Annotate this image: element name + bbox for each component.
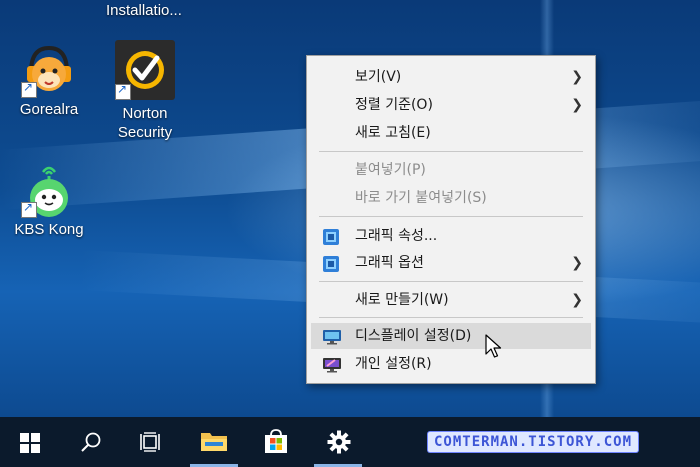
- menu-item-paste: 붙여넣기(P): [311, 157, 591, 183]
- norton-icon: [115, 40, 175, 100]
- desktop-icon-label: Norton Security: [117, 105, 173, 141]
- menu-item-graphics-options[interactable]: 그래픽 옵션 ❯: [311, 250, 591, 276]
- personalize-icon: [323, 356, 341, 373]
- shortcut-arrow-icon: [21, 200, 37, 218]
- settings-button[interactable]: [314, 417, 362, 467]
- watermark-label: COMTERMAN.TISTORY.COM: [428, 432, 639, 452]
- menu-item-refresh[interactable]: 새로 고침(E): [311, 120, 591, 146]
- kbs-kong-icon: [21, 162, 77, 218]
- menu-item-label: 디스플레이 설정(D): [355, 328, 472, 344]
- menu-item-sort-by[interactable]: 정렬 기준(O) ❯: [311, 92, 591, 118]
- search-icon: [81, 432, 101, 452]
- chevron-right-icon: ❯: [571, 292, 583, 308]
- start-icon: [20, 433, 40, 453]
- desktop-icon-label: KBS Kong: [14, 221, 84, 238]
- menu-item-label: 그래픽 옵션: [355, 255, 424, 271]
- menu-item-new[interactable]: 새로 만들기(W) ❯: [311, 287, 591, 313]
- desktop-context-menu: 보기(V) ❯ 정렬 기준(O) ❯ 새로 고침(E) 붙여넣기(P) 바로 가…: [306, 55, 596, 384]
- intel-graphics-icon: [323, 228, 339, 245]
- desktop-icon-gorealra[interactable]: Gorealra: [4, 42, 94, 119]
- menu-item-display-settings[interactable]: 디스플레이 설정(D): [311, 323, 591, 349]
- menu-item-label: 개인 설정(R): [355, 356, 432, 372]
- menu-separator: [319, 216, 583, 217]
- store-button[interactable]: [252, 417, 300, 467]
- shortcut-arrow-icon: [115, 82, 131, 100]
- menu-item-graphics-properties[interactable]: 그래픽 속성...: [311, 223, 591, 249]
- menu-item-view[interactable]: 보기(V) ❯: [311, 64, 591, 90]
- menu-item-label: 새로 만들기(W): [355, 292, 449, 308]
- menu-item-paste-shortcut: 바로 가기 붙여넣기(S): [311, 185, 591, 211]
- display-icon: [323, 328, 341, 345]
- desktop-icon-norton-security[interactable]: Norton Security: [100, 40, 190, 142]
- chevron-right-icon: ❯: [571, 255, 583, 271]
- desktop-icon-label: Gorealra: [19, 101, 79, 118]
- menu-separator: [319, 317, 583, 318]
- menu-item-personalize[interactable]: 개인 설정(R): [311, 351, 591, 377]
- store-icon: [265, 429, 287, 453]
- chevron-right-icon: ❯: [571, 69, 583, 85]
- task-view-icon: [140, 432, 160, 452]
- menu-item-label: 정렬 기준(O): [355, 97, 433, 113]
- menu-item-label: 바로 가기 붙여넣기(S): [355, 190, 487, 206]
- search-button[interactable]: [66, 417, 114, 467]
- file-explorer-button[interactable]: [190, 417, 238, 467]
- gorealra-icon: [21, 42, 77, 98]
- menu-item-label: 붙여넣기(P): [355, 162, 426, 178]
- desktop-icon-kbs-kong[interactable]: KBS Kong: [4, 162, 94, 239]
- chevron-right-icon: ❯: [571, 97, 583, 113]
- menu-separator: [319, 281, 583, 282]
- menu-separator: [319, 151, 583, 152]
- file-explorer-icon: [201, 433, 227, 451]
- menu-item-label: 보기(V): [355, 69, 402, 85]
- start-button[interactable]: [6, 417, 54, 467]
- settings-icon: [327, 430, 351, 454]
- menu-item-label: 그래픽 속성...: [355, 228, 438, 244]
- task-view-button[interactable]: [126, 417, 174, 467]
- mouse-cursor-icon: [485, 334, 502, 358]
- menu-item-label: 새로 고침(E): [355, 125, 431, 141]
- intel-graphics-icon: [323, 255, 339, 272]
- desktop-icon-installation-label[interactable]: Installatio...: [106, 2, 182, 19]
- shortcut-arrow-icon: [21, 80, 37, 98]
